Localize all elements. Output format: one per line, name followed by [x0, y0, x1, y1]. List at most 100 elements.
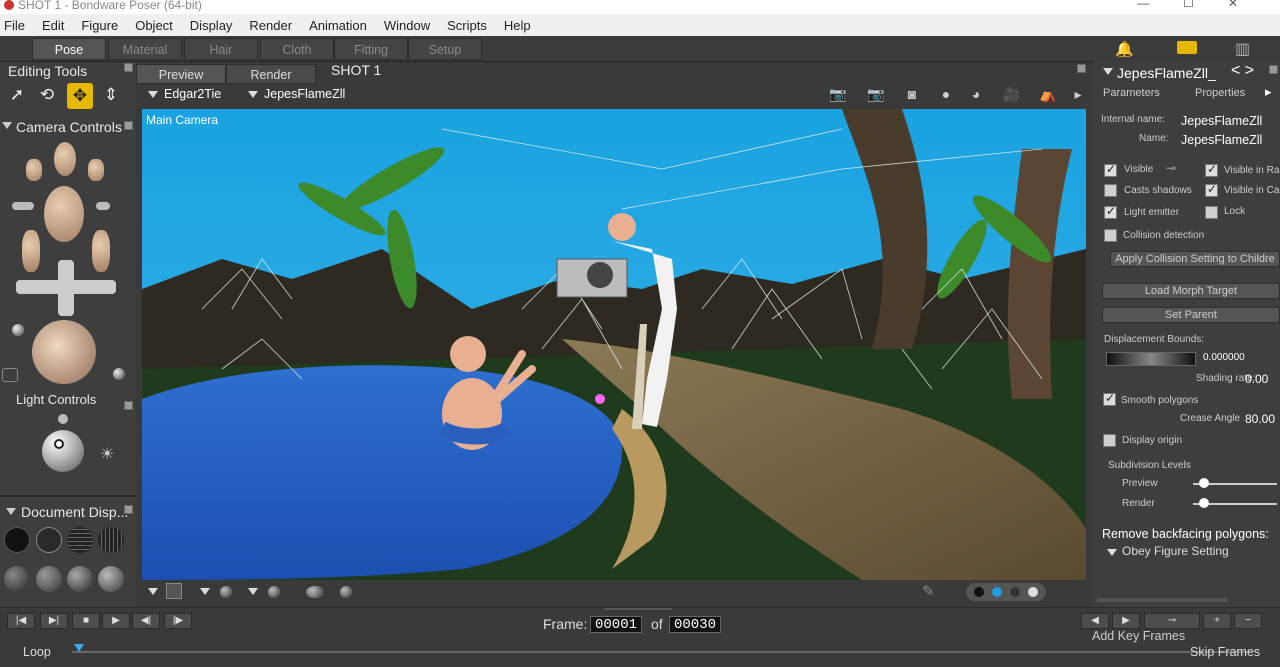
bell-icon[interactable]: 🔔 — [1115, 40, 1134, 58]
key-icon[interactable]: ⊸ — [1166, 161, 1176, 175]
window-controls[interactable]: —☐✕ — [1137, 0, 1272, 9]
color-swatch[interactable] — [166, 583, 182, 599]
dropdown-icon[interactable] — [200, 588, 210, 595]
tab-setup[interactable]: Setup — [408, 38, 482, 60]
object-name[interactable]: JepesFlameZll_ — [1117, 65, 1216, 81]
fly-around-icon[interactable] — [113, 368, 125, 380]
flat-shaded-icon[interactable] — [36, 566, 62, 592]
translate-icon[interactable]: ✥ — [67, 83, 93, 109]
view-dot-icon[interactable] — [1028, 587, 1038, 597]
obey-figure-select[interactable]: Obey Figure Setting — [1122, 544, 1229, 558]
lit-wireframe-icon[interactable] — [4, 566, 30, 592]
left-hand-pan-icon[interactable] — [22, 230, 40, 272]
tab-scroll-right-icon[interactable]: ▸ — [1265, 84, 1272, 100]
view-dot-icon[interactable] — [1010, 587, 1020, 597]
hidden-line-style-icon[interactable] — [98, 527, 124, 553]
visible-in-render-checkbox[interactable] — [1205, 162, 1218, 177]
stop-button[interactable]: ■ — [72, 613, 100, 629]
movie-camera-icon[interactable]: 🎥 — [1002, 86, 1022, 104]
library-icon[interactable]: ▥ — [1235, 39, 1250, 59]
camera-panel-menu-icon[interactable] — [124, 121, 133, 130]
menu-file[interactable]: File — [4, 18, 25, 33]
silhouette-style-icon[interactable] — [4, 527, 30, 553]
light-sphere-icon[interactable] — [42, 430, 84, 472]
light-panel-menu-icon[interactable] — [124, 401, 133, 410]
outline-style-icon[interactable] — [36, 527, 62, 553]
prev-key-button[interactable]: ◀ — [1081, 613, 1109, 629]
view-dot-icon[interactable] — [992, 587, 1002, 597]
key-icon[interactable]: ⊸ — [1144, 613, 1200, 629]
pencil-icon[interactable]: ✎ — [922, 582, 935, 600]
scale-icon[interactable]: ⇕ — [100, 84, 122, 106]
displacement-dial[interactable] — [1106, 352, 1196, 366]
total-frames-field[interactable]: 00030 — [669, 616, 721, 633]
multi-ball-icon[interactable] — [306, 586, 324, 598]
camera-view-icon[interactable] — [2, 368, 18, 382]
menu-figure[interactable]: Figure — [81, 18, 118, 33]
camera-icon[interactable]: 📷 — [866, 86, 886, 104]
crease-angle-value[interactable]: 80.00 — [1245, 412, 1275, 426]
globe-icon[interactable]: ◕ — [966, 86, 986, 104]
tab-parameters[interactable]: Parameters — [1103, 87, 1160, 99]
camera-lock-icon[interactable] — [12, 324, 24, 336]
face-camera-icon[interactable] — [54, 142, 76, 176]
shading-ball-icon[interactable] — [268, 586, 280, 598]
tab-hair[interactable]: Hair — [184, 38, 258, 60]
speech-bubble-icon[interactable] — [1177, 41, 1197, 54]
play-button[interactable]: ▶ — [102, 613, 130, 629]
chevron-right-icon[interactable]: ▸ — [1068, 86, 1088, 104]
zoom-left-icon[interactable] — [12, 202, 34, 210]
collapse-icon[interactable] — [2, 122, 12, 129]
set-parent-button[interactable]: Set Parent — [1102, 307, 1280, 323]
tab-material[interactable]: Material — [108, 38, 182, 60]
current-frame-field[interactable]: 00001 — [590, 616, 642, 633]
render-slider-handle[interactable] — [1199, 498, 1209, 508]
dropdown-icon[interactable] — [148, 588, 158, 595]
left-hand-camera-icon[interactable] — [26, 159, 42, 181]
properties-menu-icon[interactable] — [1269, 65, 1278, 74]
timeline-playhead[interactable] — [74, 644, 84, 652]
shading-ball-icon[interactable] — [220, 586, 232, 598]
view-switcher[interactable] — [966, 583, 1046, 601]
timeline-slider[interactable] — [72, 651, 1252, 653]
panel-menu-icon[interactable] — [124, 63, 133, 72]
smooth-shaded-icon[interactable] — [98, 566, 124, 592]
dropdown-icon[interactable] — [1103, 68, 1113, 75]
select-arrow-icon[interactable]: ➚ — [6, 84, 28, 106]
lock-checkbox[interactable] — [1205, 206, 1218, 219]
remove-key-button[interactable]: − — [1234, 613, 1262, 629]
sphere-icon[interactable]: ● — [936, 86, 956, 104]
trackball-icon[interactable] — [32, 320, 96, 384]
apply-collision-button[interactable]: Apply Collision Setting to Childre — [1110, 251, 1280, 267]
menu-object[interactable]: Object — [135, 18, 173, 33]
last-frame-button[interactable]: ▶| — [40, 613, 68, 629]
prev-frame-button[interactable]: ◀| — [132, 613, 160, 629]
right-hand-pan-icon[interactable] — [92, 230, 110, 272]
next-frame-button[interactable]: |▶ — [164, 613, 192, 629]
menu-display[interactable]: Display — [190, 18, 233, 33]
displacement-value[interactable]: 0.000000 — [1203, 352, 1245, 363]
menu-window[interactable]: Window — [384, 18, 430, 33]
prev-next-arrows[interactable]: < > — [1231, 62, 1254, 80]
tab-properties[interactable]: Properties — [1195, 87, 1245, 99]
shading-ball-icon[interactable] — [340, 586, 352, 598]
wireframe-style-icon[interactable] — [67, 527, 93, 553]
figure-dropdown[interactable]: Edgar2Tie — [148, 87, 221, 101]
viewport-menu-icon[interactable] — [1077, 64, 1086, 73]
head-camera-icon[interactable] — [44, 186, 84, 242]
menu-render[interactable]: Render — [249, 18, 292, 33]
preview-slider-handle[interactable] — [1199, 478, 1209, 488]
viewport[interactable]: Main Camera — [142, 109, 1086, 580]
menu-animation[interactable]: Animation — [309, 18, 367, 33]
dropdown-icon[interactable] — [248, 588, 258, 595]
flat-lined-icon[interactable] — [67, 566, 93, 592]
right-hand-camera-icon[interactable] — [88, 159, 104, 181]
add-key-button[interactable]: + — [1203, 613, 1231, 629]
skip-frames-toggle[interactable]: Skip Frames — [1190, 645, 1260, 659]
tab-pose[interactable]: Pose — [32, 38, 106, 60]
casts-shadows-checkbox[interactable] — [1104, 184, 1117, 197]
actor-dropdown[interactable]: JepesFlameZll — [248, 87, 345, 101]
visible-in-camera-checkbox[interactable] — [1205, 182, 1218, 197]
light-indicator-icon[interactable] — [58, 414, 68, 424]
scrollbar[interactable] — [1097, 598, 1227, 602]
